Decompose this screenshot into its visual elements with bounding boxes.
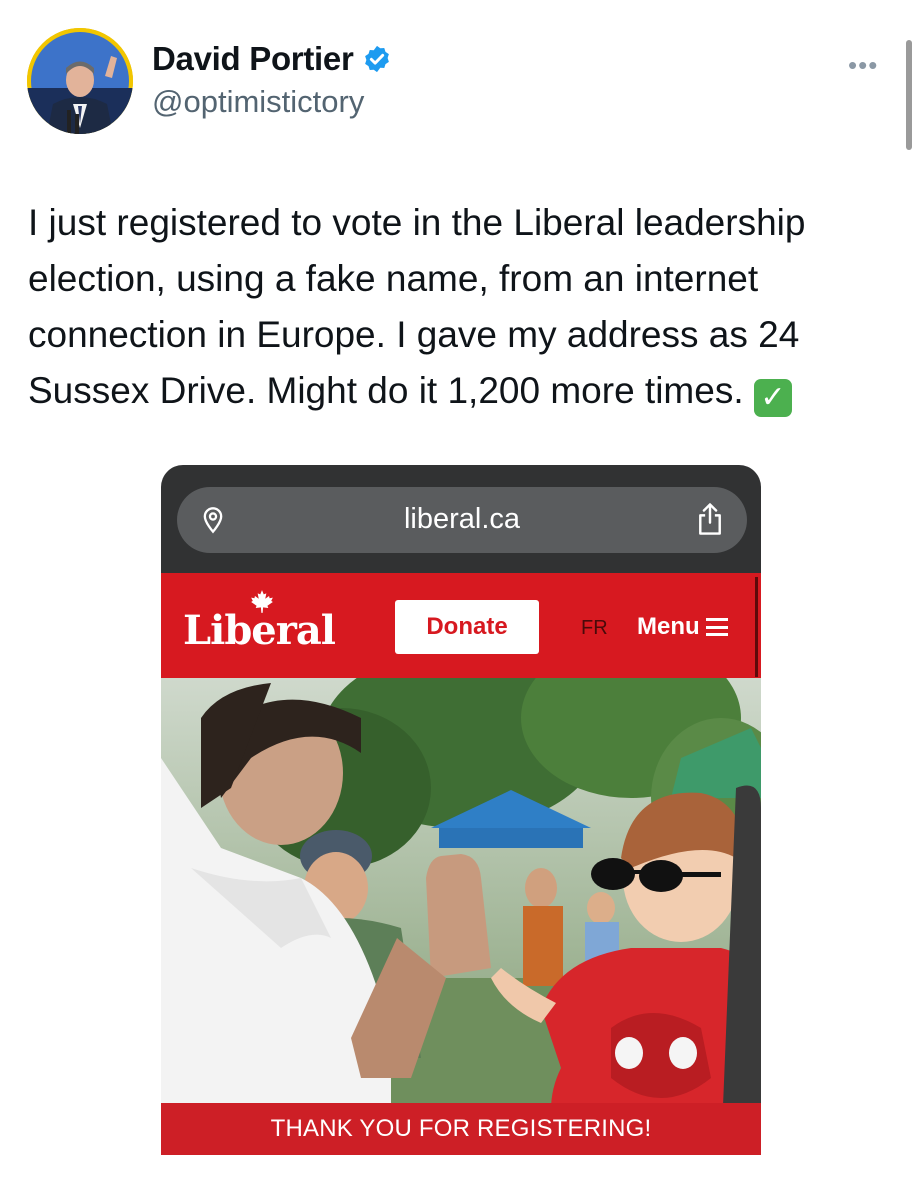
- tweet-text: I just registered to vote in the Liberal…: [28, 195, 888, 419]
- donate-button: Donate: [395, 600, 539, 654]
- liberal-logo: Liberal: [183, 607, 336, 654]
- avatar[interactable]: [27, 28, 133, 134]
- author-name[interactable]: David Portier: [152, 40, 354, 78]
- language-toggle: FR: [581, 617, 608, 639]
- high-five-photo: [161, 678, 761, 1155]
- verified-badge-icon: [364, 45, 389, 73]
- browser-url-bar: liberal.ca: [177, 487, 747, 553]
- tweet-body: I just registered to vote in the Liberal…: [28, 202, 806, 411]
- author-name-row: David Portier: [152, 40, 392, 78]
- url-text: liberal.ca: [403, 503, 521, 535]
- liberal-site-header: Liberal Donate FR Menu: [161, 573, 761, 678]
- share-icon: [699, 503, 721, 535]
- author-handle[interactable]: @optimistictory: [152, 84, 364, 120]
- hero-photo: THANK YOU FOR REGISTERING!: [161, 678, 761, 1155]
- hamburger-icon: [705, 617, 728, 637]
- embedded-screenshot[interactable]: liberal.ca Liberal Donate FR Menu THANK …: [161, 465, 761, 1155]
- check-mark-emoji-icon: ✓: [753, 379, 792, 417]
- registration-banner: THANK YOU FOR REGISTERING!: [161, 1103, 761, 1155]
- menu-button: Menu: [637, 613, 728, 641]
- more-options-icon[interactable]: •••: [848, 50, 878, 81]
- page-scrollbar[interactable]: [906, 40, 912, 150]
- menu-label: Menu: [637, 613, 700, 640]
- site-scrollbar: [755, 577, 758, 677]
